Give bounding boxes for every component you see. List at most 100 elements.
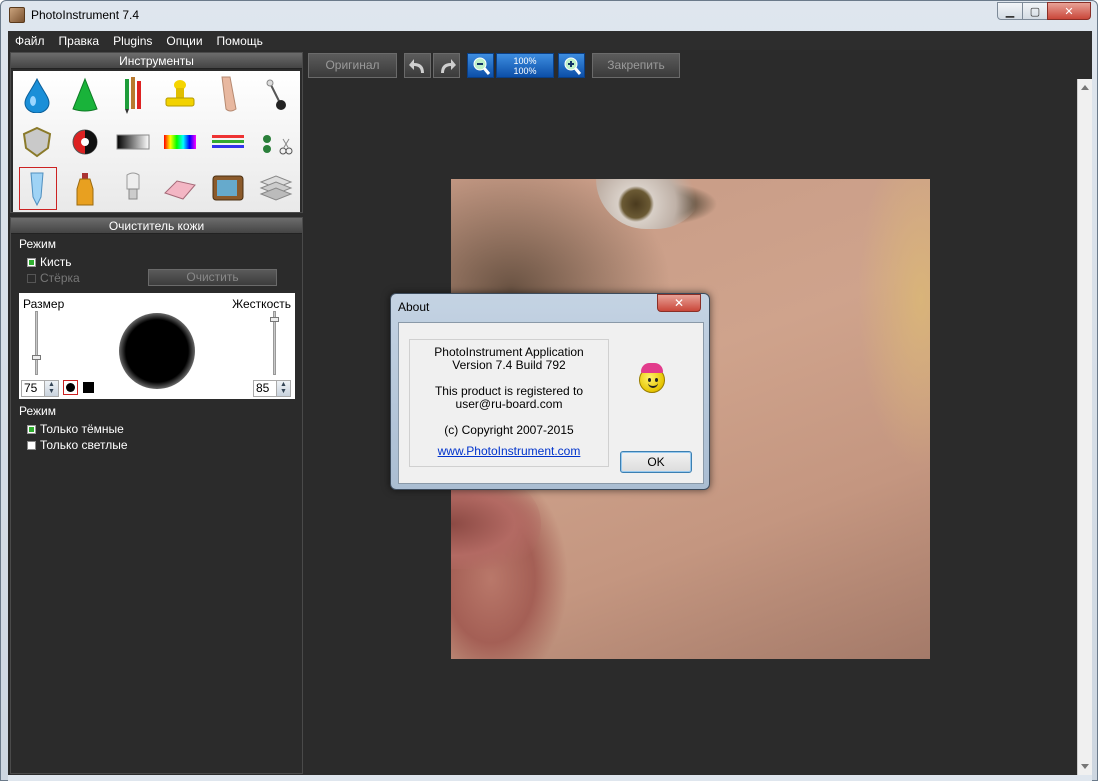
close-button[interactable]: ✕ <box>1047 2 1091 20</box>
app-icon <box>9 7 25 23</box>
zoom-out-button[interactable] <box>467 53 494 78</box>
only-light-checkbox-box[interactable] <box>27 440 36 450</box>
redo-icon <box>440 58 456 73</box>
menu-bar: Файл Правка Plugins Опции Помощь <box>8 31 1092 50</box>
gradient-icon[interactable] <box>109 118 157 165</box>
photo-eye <box>596 179 706 229</box>
hardness-spinner[interactable]: ▲ ▼ <box>276 381 290 396</box>
bottle-icon[interactable] <box>61 165 109 212</box>
bulb-icon[interactable] <box>109 165 157 212</box>
scroll-down-icon[interactable] <box>1081 764 1089 769</box>
round-shape-icon <box>66 383 75 392</box>
smiley-icon <box>639 363 665 393</box>
smiley-eye-left <box>648 378 651 382</box>
photo-lips <box>451 479 541 569</box>
skin-panel-title: Очиститель кожи <box>11 218 302 234</box>
zoom-out-icon <box>473 57 490 75</box>
ok-button[interactable]: OK <box>620 451 692 473</box>
pin-button[interactable]: Закрепить <box>592 53 680 78</box>
contrast-icon[interactable] <box>61 118 109 165</box>
smiley-hat <box>641 363 663 373</box>
menu-plugins[interactable]: Plugins <box>106 34 159 48</box>
size-value: 75 <box>24 381 38 395</box>
brush-checkbox[interactable]: Кисть <box>27 255 71 269</box>
only-dark-checkbox[interactable]: Только тёмные <box>27 422 124 436</box>
about-user: user@ru-board.com <box>455 397 563 411</box>
stamp-icon[interactable] <box>156 71 204 118</box>
pencils-icon[interactable] <box>109 71 157 118</box>
hardness-label: Жесткость <box>232 297 291 311</box>
eraser-checkbox-label: Стёрка <box>40 271 80 285</box>
hardness-slider-thumb[interactable] <box>270 317 279 322</box>
brush-settings: Размер Жесткость 75 ▲ ▼ 85 ▲ ▼ <box>19 293 295 399</box>
drop-icon[interactable] <box>13 71 61 118</box>
mode-label: Режим <box>19 237 56 251</box>
hardness-input[interactable]: 85 ▲ ▼ <box>253 380 291 397</box>
tools-grid <box>13 71 300 212</box>
lines-icon[interactable] <box>204 118 252 165</box>
brush-checkbox-box[interactable] <box>27 257 36 267</box>
only-dark-label: Только тёмные <box>40 422 124 436</box>
square-brush-button[interactable] <box>81 380 96 395</box>
menu-file[interactable]: Файл <box>8 34 52 48</box>
only-dark-checkbox-box[interactable] <box>27 424 36 434</box>
zoom-100-button[interactable]: 100% 100% <box>496 53 554 78</box>
about-title: About <box>398 300 430 314</box>
scroll-up-icon[interactable] <box>1081 85 1089 90</box>
tv-icon[interactable] <box>204 165 252 212</box>
hardness-value: 85 <box>256 381 270 395</box>
brush-checkbox-label: Кисть <box>40 255 72 269</box>
size-input[interactable]: 75 ▲ ▼ <box>21 380 59 397</box>
app-window: PhotoInstrument 7.4 ▁ ▢ ✕ Файл Правка Pl… <box>0 0 1098 781</box>
finger-icon[interactable] <box>204 71 252 118</box>
redo-button[interactable] <box>433 53 460 78</box>
cone-icon[interactable] <box>61 71 109 118</box>
menu-edit[interactable]: Правка <box>52 34 107 48</box>
menu-help[interactable]: Помощь <box>210 34 270 48</box>
square-shape-icon <box>83 382 94 393</box>
tools-panel: Инструменты <box>10 52 303 213</box>
zoom-in-icon <box>564 57 581 75</box>
undo-button[interactable] <box>404 53 431 78</box>
smiley-mouth <box>648 383 658 388</box>
status-strip <box>8 775 1092 781</box>
undo-icon <box>408 58 424 73</box>
text-layers-icon[interactable] <box>252 165 300 212</box>
size-slider-thumb[interactable] <box>32 355 41 360</box>
zoom-in-button[interactable] <box>558 53 585 78</box>
zoom-100-top: 100% <box>513 55 537 66</box>
size-label: Размер <box>23 297 65 311</box>
scissors-icon[interactable] <box>252 118 300 165</box>
window-title: PhotoInstrument 7.4 <box>31 8 140 22</box>
menu-options[interactable]: Опции <box>159 34 209 48</box>
round-brush-button[interactable] <box>63 380 78 395</box>
about-info-box: PhotoInstrument Application Version 7.4 … <box>409 339 609 467</box>
pin-icon[interactable] <box>252 71 300 118</box>
about-website-link[interactable]: www.PhotoInstrument.com <box>438 444 581 458</box>
tools-panel-title: Инструменты <box>11 53 302 69</box>
size-spinner[interactable]: ▲ ▼ <box>44 381 58 396</box>
only-light-checkbox[interactable]: Только светлые <box>27 438 128 452</box>
title-bar[interactable]: PhotoInstrument 7.4 ▁ ▢ ✕ <box>1 1 1097 31</box>
about-close-button[interactable]: ✕ <box>657 294 701 312</box>
smiley-eye-right <box>655 378 658 382</box>
about-version: Version 7.4 Build 792 <box>452 358 566 372</box>
skin-cleaner-panel: Очиститель кожи Режим Кисть Стёрка Очист… <box>10 217 303 774</box>
mode2-label: Режим <box>19 404 56 418</box>
minimize-button[interactable]: ▁ <box>997 2 1023 20</box>
eraser-checkbox-box <box>27 273 36 283</box>
maximize-button[interactable]: ▢ <box>1022 2 1048 20</box>
eraser-icon[interactable] <box>156 165 204 212</box>
zoom-100-bottom: 100% <box>513 65 537 76</box>
vertical-scrollbar[interactable] <box>1077 79 1092 775</box>
skin-cleaner-icon[interactable] <box>13 165 61 212</box>
rainbow-icon[interactable] <box>156 118 204 165</box>
shield-icon[interactable] <box>13 118 61 165</box>
size-slider[interactable] <box>35 311 38 375</box>
about-dialog: About ✕ PhotoInstrument Application Vers… <box>390 293 710 490</box>
window-controls: ▁ ▢ ✕ <box>997 2 1091 20</box>
eraser-checkbox: Стёрка <box>27 271 80 285</box>
about-content: PhotoInstrument Application Version 7.4 … <box>398 322 704 484</box>
original-button[interactable]: Оригинал <box>308 53 397 78</box>
brush-preview <box>119 313 195 389</box>
